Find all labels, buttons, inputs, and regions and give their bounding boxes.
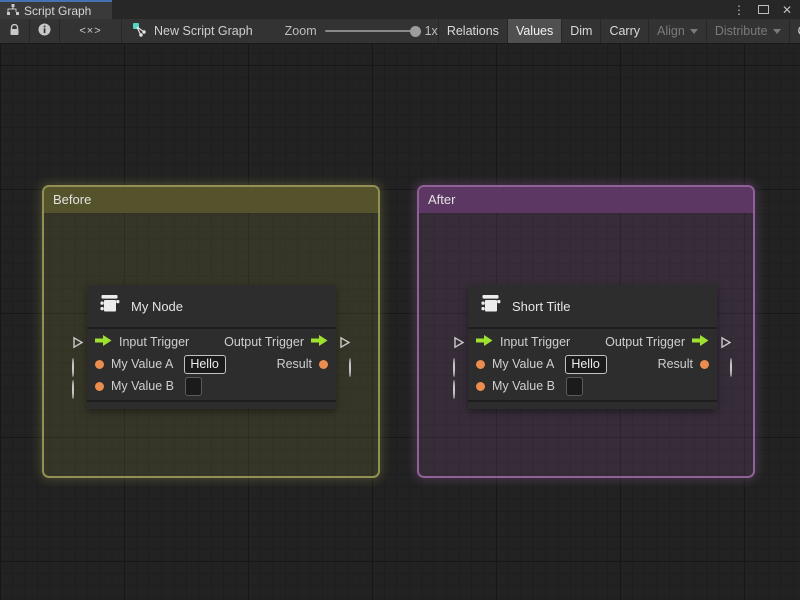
value-a-input[interactable] <box>184 354 227 374</box>
value-input-port[interactable] <box>72 380 74 399</box>
flow-out-arrow-icon[interactable] <box>311 333 328 351</box>
relations-button[interactable]: Relations <box>437 19 507 43</box>
node-row-value-a: My Value A Result <box>87 353 336 375</box>
node-short-title-wrap: Short Title Input Trigger Output Trigger <box>453 285 732 409</box>
value-input-port[interactable] <box>72 358 74 377</box>
flow-input-port[interactable] <box>453 336 465 354</box>
value-input-port[interactable] <box>453 380 455 399</box>
node-header[interactable]: Short Title <box>468 285 717 329</box>
distribute-dropdown[interactable]: Distribute <box>705 19 789 43</box>
value-output-port[interactable] <box>730 358 732 377</box>
port-label-my-value-b: My Value B <box>111 379 174 393</box>
script-graph-icon <box>132 22 147 40</box>
flow-output-port[interactable] <box>720 336 732 354</box>
flow-out-arrow-icon[interactable] <box>692 333 709 351</box>
node-title: Short Title <box>512 298 571 314</box>
close-icon[interactable]: ✕ <box>782 4 792 16</box>
unit-node-icon <box>98 292 121 320</box>
port-label-input-trigger: Input Trigger <box>119 335 190 349</box>
lock-button[interactable] <box>0 19 30 43</box>
flow-input-port[interactable] <box>72 336 84 354</box>
port-label-input-trigger: Input Trigger <box>500 335 571 349</box>
node-body: Input Trigger Output Trigger My Value A <box>468 329 717 400</box>
node-body: Input Trigger Output Trigger My Value A <box>87 329 336 400</box>
port-label-my-value-a: My Value A <box>111 357 174 371</box>
tab-script-graph[interactable]: Script Graph <box>0 0 112 19</box>
value-input-port[interactable] <box>453 358 455 377</box>
node-row-trigger: Input Trigger Output Trigger <box>87 331 336 353</box>
graph-toolbar: <×> New Script Graph Zoom 1x Relations V… <box>0 19 800 44</box>
tab-label: Script Graph <box>24 3 92 18</box>
flow-output-port[interactable] <box>339 336 351 354</box>
value-port-icon[interactable] <box>95 381 104 391</box>
value-a-input[interactable] <box>565 354 608 374</box>
dim-button[interactable]: Dim <box>561 19 600 43</box>
zoom-slider[interactable] <box>324 25 421 37</box>
node-row-trigger: Input Trigger Output Trigger <box>468 331 717 353</box>
value-port-icon[interactable] <box>476 359 485 369</box>
node-header[interactable]: My Node <box>87 285 336 329</box>
maximize-icon[interactable] <box>757 5 769 14</box>
node-my-node[interactable]: My Node Input Trigger Output Trigger My … <box>72 285 351 409</box>
value-output-port[interactable] <box>349 358 351 377</box>
zoom-label: Zoom <box>284 24 317 38</box>
code-view-icon: <×> <box>79 25 102 37</box>
value-port-icon[interactable] <box>476 381 485 391</box>
info-icon <box>38 23 51 39</box>
port-label-result: Result <box>657 357 693 371</box>
window-controls: ⋮ ✕ <box>733 0 800 19</box>
title-bar: Script Graph ⋮ ✕ <box>0 0 800 19</box>
flow-in-arrow-icon[interactable] <box>95 333 112 351</box>
info-button[interactable] <box>30 19 60 43</box>
node-short-title[interactable]: Short Title Input Trigger Output Trigger <box>453 285 732 409</box>
toolbar-buttons: Relations Values Dim Carry Align Distrib… <box>437 19 800 43</box>
group-after-header[interactable]: After <box>419 187 753 213</box>
values-button[interactable]: Values <box>506 19 562 43</box>
zoom-value: 1x <box>424 24 438 38</box>
port-label-output-trigger: Output Trigger <box>224 335 304 349</box>
code-view-toggle[interactable]: <×> <box>60 19 122 43</box>
value-b-input[interactable] <box>566 376 583 396</box>
node-row-value-a: My Value A Result <box>468 353 717 375</box>
zoom-slider-handle[interactable] <box>409 25 421 37</box>
group-before[interactable]: Before My Node Input Trigger Output Trig… <box>42 185 380 478</box>
port-label-my-value-b: My Value B <box>492 379 555 393</box>
value-port-icon[interactable] <box>700 359 709 369</box>
node-my-node-wrap: My Node Input Trigger Output Trigger My … <box>72 285 351 409</box>
port-label-result: Result <box>276 357 312 371</box>
node-row-value-b: My Value B <box>87 375 336 397</box>
lock-icon <box>9 23 20 39</box>
chevron-down-icon <box>772 29 781 34</box>
port-label-output-trigger: Output Trigger <box>605 335 685 349</box>
node-title: My Node <box>131 298 184 314</box>
graph-breadcrumb[interactable]: New Script Graph <box>122 19 263 43</box>
group-title: Before <box>53 192 92 207</box>
flow-in-arrow-icon[interactable] <box>476 333 493 351</box>
port-label-my-value-a: My Value A <box>492 357 555 371</box>
group-before-header[interactable]: Before <box>44 187 378 213</box>
graph-canvas[interactable]: Before My Node Input Trigger Output Trig… <box>0 44 800 600</box>
zoom-control: Zoom 1x <box>263 19 438 43</box>
overview-button[interactable]: Overview <box>788 19 800 43</box>
value-b-input[interactable] <box>185 376 202 396</box>
chevron-down-icon <box>689 29 698 34</box>
group-title: After <box>428 192 456 207</box>
graph-hierarchy-icon <box>7 3 19 18</box>
graph-name-label: New Script Graph <box>154 24 253 38</box>
node-row-value-b: My Value B <box>468 375 717 397</box>
window-menu-icon[interactable]: ⋮ <box>733 4 745 16</box>
align-dropdown[interactable]: Align <box>648 19 706 43</box>
value-port-icon[interactable] <box>95 359 104 369</box>
carry-button[interactable]: Carry <box>600 19 648 43</box>
value-port-icon[interactable] <box>319 359 328 369</box>
unit-node-icon <box>479 292 502 320</box>
group-after[interactable]: After Short Title Input Trigger Output T… <box>417 185 755 478</box>
node-footer <box>468 400 717 409</box>
node-footer <box>87 400 336 409</box>
